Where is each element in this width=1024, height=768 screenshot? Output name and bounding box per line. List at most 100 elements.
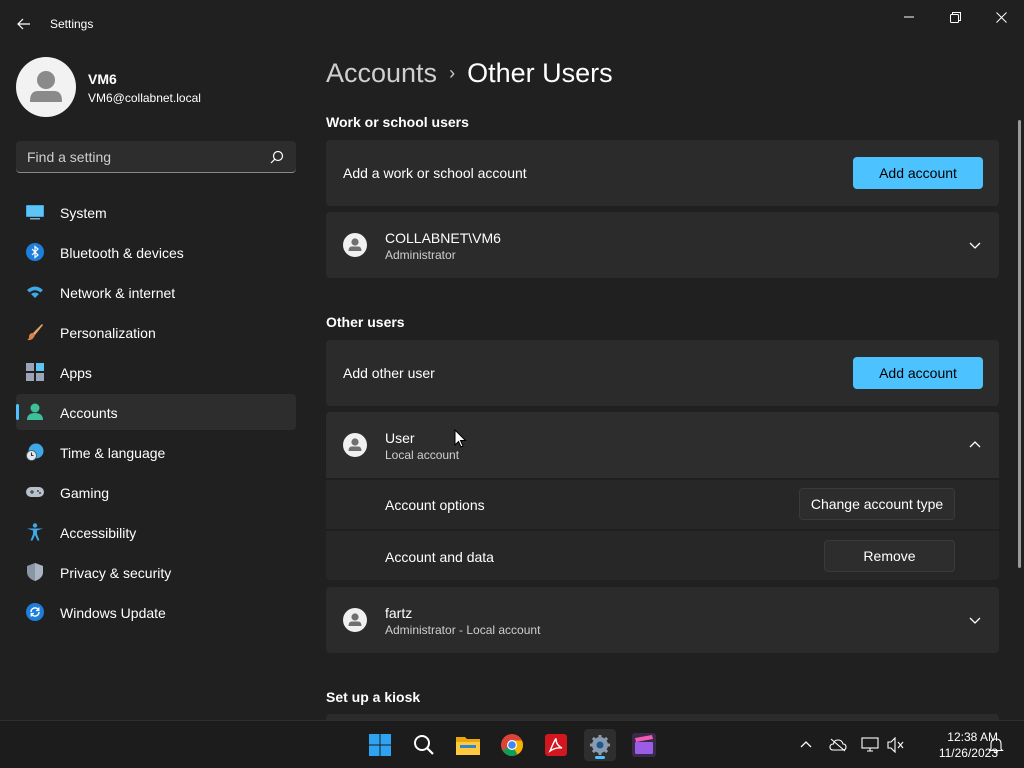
sidebar-item-label: System [60, 205, 107, 221]
sidebar-nav: System Bluetooth & devices Network & int… [16, 194, 296, 634]
settings-app-button[interactable] [584, 729, 616, 761]
add-other-user-label: Add other user [343, 365, 435, 381]
sidebar-item-label: Privacy & security [60, 565, 172, 581]
clipchamp-button[interactable] [628, 729, 660, 761]
file-explorer-button[interactable] [452, 729, 484, 761]
settings-icon [590, 735, 610, 755]
sidebar-item-label: Personalization [60, 325, 156, 341]
accessibility-icon [27, 523, 43, 541]
profile-name: VM6 [88, 71, 117, 87]
account-options-row: Account options Change account type [326, 480, 999, 529]
minimize-icon [904, 16, 914, 18]
sidebar-item-apps[interactable]: Apps [16, 354, 296, 390]
chevron-down-icon[interactable] [969, 239, 981, 251]
search-icon [414, 735, 434, 755]
search-input[interactable] [16, 141, 266, 172]
user-name: User [385, 430, 415, 446]
network-icon [861, 737, 879, 752]
person-icon [348, 613, 362, 626]
breadcrumb-separator: › [449, 63, 456, 83]
brush-icon [27, 324, 43, 341]
avatar [343, 608, 367, 632]
back-button[interactable] [12, 12, 36, 36]
restore-icon [949, 11, 961, 23]
sidebar-item-windows-update[interactable]: Windows Update [16, 594, 296, 630]
search-icon[interactable] [270, 150, 284, 164]
add-other-user-card: Add other user Add account [326, 340, 999, 406]
scrollbar[interactable] [1018, 120, 1021, 568]
bell-icon [988, 738, 1004, 753]
section-title-other-users: Other users [326, 314, 405, 330]
taskbar-search-button[interactable] [408, 729, 440, 761]
sidebar-item-label: Bluetooth & devices [60, 245, 184, 261]
sidebar-item-privacy-security[interactable]: Privacy & security [16, 554, 296, 590]
acrobat-button[interactable] [540, 729, 572, 761]
add-work-school-card: Add a work or school account Add account [326, 140, 999, 206]
user-name: COLLABNET\VM6 [385, 230, 501, 246]
page-title: Other Users [467, 58, 613, 88]
network-tray-button[interactable] [860, 735, 880, 755]
show-hidden-icons-button[interactable] [796, 735, 816, 755]
globe-clock-icon [26, 443, 44, 461]
notifications-button[interactable] [986, 735, 1006, 755]
sidebar-item-time-language[interactable]: Time & language [16, 434, 296, 470]
app-title: Settings [50, 17, 94, 31]
sidebar-item-gaming[interactable]: Gaming [16, 474, 296, 510]
onedrive-tray-button[interactable] [828, 735, 848, 755]
onedrive-offline-icon [829, 738, 847, 752]
title-bar: Settings [0, 0, 1024, 48]
avatar [343, 433, 367, 457]
user-card-collabnet-vm6[interactable]: COLLABNET\VM6 Administrator [326, 212, 999, 278]
sidebar-item-system[interactable]: System [16, 194, 296, 230]
breadcrumb-parent[interactable]: Accounts [326, 58, 437, 88]
add-other-user-button[interactable]: Add account [853, 357, 983, 389]
volume-tray-button[interactable] [886, 735, 906, 755]
sidebar-item-label: Time & language [60, 445, 166, 461]
sidebar-item-personalization[interactable]: Personalization [16, 314, 296, 350]
sidebar-item-label: Accessibility [60, 525, 137, 541]
person-icon [348, 238, 362, 251]
start-icon [369, 734, 391, 756]
windows-update-icon [26, 603, 44, 621]
wifi-icon [27, 286, 43, 298]
restore-button[interactable] [932, 6, 978, 28]
active-indicator [595, 756, 605, 759]
chrome-button[interactable] [496, 729, 528, 761]
accounts-icon [27, 403, 43, 420]
chevron-down-icon[interactable] [969, 614, 981, 626]
sidebar-item-label: Apps [60, 365, 92, 381]
change-account-type-button[interactable]: Change account type [799, 488, 955, 520]
sidebar-item-label: Accounts [60, 405, 118, 421]
mouse-cursor-icon [454, 429, 467, 448]
avatar [343, 233, 367, 257]
chevron-up-icon [800, 741, 812, 748]
acrobat-icon [545, 734, 567, 756]
start-button[interactable] [364, 729, 396, 761]
section-title-work-school: Work or school users [326, 114, 469, 130]
volume-muted-icon [887, 737, 904, 753]
profile-email: VM6@collabnet.local [88, 91, 201, 105]
close-button[interactable] [978, 6, 1024, 28]
account-options-label: Account options [385, 497, 485, 513]
user-role: Administrator - Local account [385, 623, 541, 637]
user-role: Administrator [385, 248, 456, 262]
chevron-up-icon[interactable] [969, 439, 981, 451]
gamepad-icon [26, 487, 44, 497]
user-card-user[interactable]: User Local account [326, 412, 999, 478]
sidebar-item-accessibility[interactable]: Accessibility [16, 514, 296, 550]
sidebar-item-bluetooth[interactable]: Bluetooth & devices [16, 234, 296, 270]
user-role: Local account [385, 448, 460, 462]
sidebar-item-label: Gaming [60, 485, 110, 501]
section-title-kiosk: Set up a kiosk [326, 689, 421, 705]
sidebar-item-network[interactable]: Network & internet [16, 274, 296, 310]
sidebar-item-accounts[interactable]: Accounts [16, 394, 296, 430]
minimize-button[interactable] [886, 6, 932, 28]
remove-account-button[interactable]: Remove [824, 540, 955, 572]
search-box[interactable] [16, 141, 296, 173]
add-work-school-account-button[interactable]: Add account [853, 157, 983, 189]
user-card-fartz[interactable]: fartz Administrator - Local account [326, 587, 999, 653]
avatar[interactable] [16, 57, 76, 117]
person-icon [348, 438, 362, 451]
user-name: fartz [385, 605, 413, 621]
profile-header: VM6 VM6@collabnet.local [16, 57, 296, 117]
